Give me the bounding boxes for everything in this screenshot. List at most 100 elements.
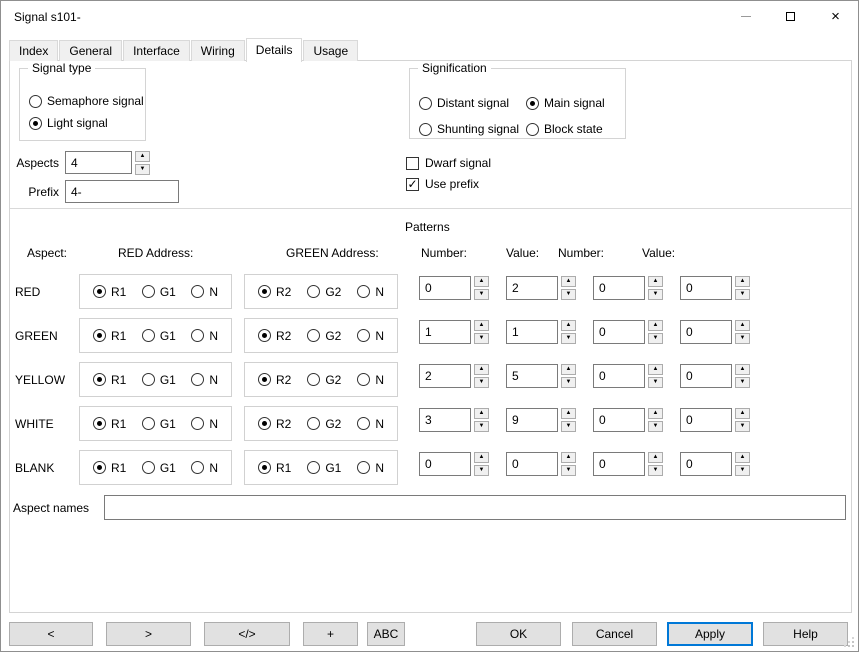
abc-button[interactable]: ABC xyxy=(367,622,405,646)
radio-r2[interactable]: R2 xyxy=(258,285,291,299)
spinner-up-icon[interactable]: ▲ xyxy=(561,320,576,331)
spinner-up-icon[interactable]: ▲ xyxy=(561,408,576,419)
radio-g1[interactable]: G1 xyxy=(142,373,176,387)
radio-g1[interactable]: G1 xyxy=(142,329,176,343)
prefix-input[interactable] xyxy=(65,180,179,203)
spinner-down-icon[interactable]: ▼ xyxy=(648,377,663,388)
spinner-down-icon[interactable]: ▼ xyxy=(648,289,663,300)
minimize-button[interactable] xyxy=(723,1,768,32)
spinner-up-icon[interactable]: ▲ xyxy=(648,364,663,375)
spinner-value[interactable]: 9 xyxy=(506,408,558,432)
radio-r2[interactable]: R2 xyxy=(258,329,291,343)
spinner-up-icon[interactable]: ▲ xyxy=(561,276,576,287)
radio-g1[interactable]: G1 xyxy=(307,461,341,475)
radio-r1[interactable]: R1 xyxy=(258,461,291,475)
aspect-names-input[interactable] xyxy=(104,495,846,520)
spinner-up-icon[interactable]: ▲ xyxy=(474,408,489,419)
spinner-down-icon[interactable]: ▼ xyxy=(474,333,489,344)
spinner-down-icon[interactable]: ▼ xyxy=(474,465,489,476)
spinner-value[interactable]: 5 xyxy=(506,364,558,388)
spinner-down-icon[interactable]: ▼ xyxy=(648,333,663,344)
spinner-down-icon[interactable]: ▼ xyxy=(648,465,663,476)
radio-n[interactable]: N xyxy=(357,417,384,431)
spinner-down-icon[interactable]: ▼ xyxy=(474,377,489,388)
radio-main-signal[interactable]: Main signal xyxy=(526,94,621,112)
spinner-up-icon[interactable]: ▲ xyxy=(135,151,150,162)
dwarf-signal-checkbox[interactable]: ✓ Dwarf signal xyxy=(406,156,491,170)
spinner-up-icon[interactable]: ▲ xyxy=(735,364,750,375)
radio-r1[interactable]: R1 xyxy=(93,285,126,299)
spinner-value[interactable]: 0 xyxy=(506,452,558,476)
tab-interface[interactable]: Interface xyxy=(123,40,190,61)
spinner-down-icon[interactable]: ▼ xyxy=(561,465,576,476)
radio-g2[interactable]: G2 xyxy=(307,329,341,343)
spinner-up-icon[interactable]: ▲ xyxy=(648,276,663,287)
spinner-value[interactable]: 0 xyxy=(593,408,645,432)
radio-r1[interactable]: R1 xyxy=(93,461,126,475)
spinner-down-icon[interactable]: ▼ xyxy=(561,333,576,344)
radio-r2[interactable]: R2 xyxy=(258,373,291,387)
radio-n[interactable]: N xyxy=(357,285,384,299)
radio-g1[interactable]: G1 xyxy=(142,285,176,299)
tab-index[interactable]: Index xyxy=(9,40,58,61)
aspects-input[interactable] xyxy=(65,151,132,174)
spinner-down-icon[interactable]: ▼ xyxy=(735,421,750,432)
radio-r1[interactable]: R1 xyxy=(93,417,126,431)
spinner-down-icon[interactable]: ▼ xyxy=(735,465,750,476)
spinner-up-icon[interactable]: ▲ xyxy=(561,364,576,375)
spinner-value[interactable]: 0 xyxy=(680,452,732,476)
close-button[interactable]: × xyxy=(813,1,858,32)
add-button[interactable]: + xyxy=(303,622,358,646)
spinner-up-icon[interactable]: ▲ xyxy=(735,452,750,463)
spinner-up-icon[interactable]: ▲ xyxy=(648,320,663,331)
spinner-up-icon[interactable]: ▲ xyxy=(735,276,750,287)
spinner-value[interactable]: 0 xyxy=(680,408,732,432)
radio-distant-signal[interactable]: Distant signal xyxy=(419,94,522,112)
spinner-value[interactable]: 0 xyxy=(419,276,471,300)
spinner-value[interactable]: 0 xyxy=(593,452,645,476)
spinner-up-icon[interactable]: ▲ xyxy=(474,276,489,287)
spinner-up-icon[interactable]: ▲ xyxy=(474,320,489,331)
help-button[interactable]: Help xyxy=(763,622,848,646)
radio-g1[interactable]: G1 xyxy=(142,417,176,431)
radio-n[interactable]: N xyxy=(191,285,218,299)
spinner-up-icon[interactable]: ▲ xyxy=(648,408,663,419)
radio-n[interactable]: N xyxy=(191,417,218,431)
radio-semaphore-signal[interactable]: Semaphore signal xyxy=(29,94,141,108)
spinner-value[interactable]: 2 xyxy=(506,276,558,300)
spinner-up-icon[interactable]: ▲ xyxy=(735,320,750,331)
spinner-value[interactable]: 1 xyxy=(506,320,558,344)
spinner-value[interactable]: 0 xyxy=(680,320,732,344)
spinner-up-icon[interactable]: ▲ xyxy=(474,452,489,463)
spinner-value[interactable]: 0 xyxy=(593,364,645,388)
spinner-value[interactable]: 3 xyxy=(419,408,471,432)
apply-button[interactable]: Apply xyxy=(667,622,753,646)
spinner-down-icon[interactable]: ▼ xyxy=(735,377,750,388)
code-button[interactable]: </> xyxy=(204,622,290,646)
spinner-up-icon[interactable]: ▲ xyxy=(648,452,663,463)
spinner-up-icon[interactable]: ▲ xyxy=(561,452,576,463)
spinner-value[interactable]: 0 xyxy=(593,276,645,300)
spinner-up-icon[interactable]: ▲ xyxy=(735,408,750,419)
radio-n[interactable]: N xyxy=(357,461,384,475)
spinner-down-icon[interactable]: ▼ xyxy=(735,333,750,344)
radio-block-state[interactable]: Block state xyxy=(526,120,621,138)
prev-button[interactable]: < xyxy=(9,622,93,646)
spinner-down-icon[interactable]: ▼ xyxy=(561,289,576,300)
spinner-down-icon[interactable]: ▼ xyxy=(561,377,576,388)
radio-g2[interactable]: G2 xyxy=(307,417,341,431)
spinner-down-icon[interactable]: ▼ xyxy=(735,289,750,300)
spinner-value[interactable]: 0 xyxy=(680,364,732,388)
ok-button[interactable]: OK xyxy=(476,622,561,646)
spinner-down-icon[interactable]: ▼ xyxy=(474,421,489,432)
use-prefix-checkbox[interactable]: ✓ Use prefix xyxy=(406,177,479,191)
radio-g2[interactable]: G2 xyxy=(307,373,341,387)
tab-wiring[interactable]: Wiring xyxy=(191,40,245,61)
radio-n[interactable]: N xyxy=(357,373,384,387)
radio-g2[interactable]: G2 xyxy=(307,285,341,299)
radio-shunting-signal[interactable]: Shunting signal xyxy=(419,120,522,138)
spinner-value[interactable]: 0 xyxy=(419,452,471,476)
cancel-button[interactable]: Cancel xyxy=(572,622,657,646)
tab-details[interactable]: Details xyxy=(246,38,303,62)
radio-g1[interactable]: G1 xyxy=(142,461,176,475)
